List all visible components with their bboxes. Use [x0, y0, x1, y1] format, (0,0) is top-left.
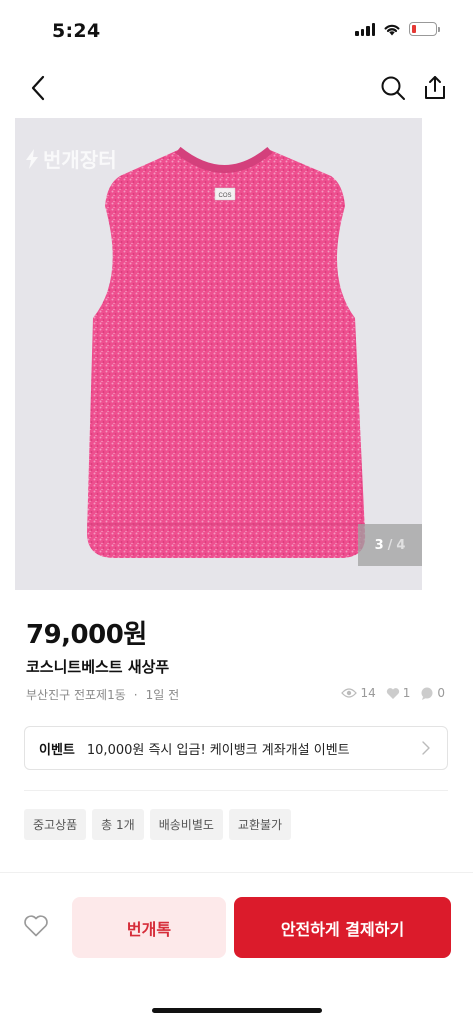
home-indicator	[152, 1008, 322, 1013]
share-button[interactable]	[417, 70, 453, 106]
product-title: 코스니트베스트 새상푸	[26, 658, 170, 676]
image-counter-current: 3	[374, 537, 384, 553]
signal-icon	[355, 22, 375, 36]
search-button[interactable]	[375, 70, 411, 106]
battery-icon	[409, 22, 440, 36]
tag-quantity: 총 1개	[92, 809, 144, 840]
bottom-separator	[0, 872, 473, 873]
product-stats: 14 1 0	[341, 686, 445, 700]
views-stat: 14	[341, 686, 376, 700]
image-counter-separator: /	[387, 537, 393, 553]
views-count: 14	[360, 686, 376, 700]
event-label: 이벤트	[39, 742, 75, 758]
tag-condition: 중고상품	[24, 809, 87, 840]
nav-bar	[0, 64, 473, 112]
chats-stat: 0	[420, 686, 445, 700]
svg-text:COS: COS	[218, 193, 231, 199]
likes-stat: 1	[386, 686, 411, 700]
status-icons	[355, 22, 440, 36]
product-tags: 중고상품 총 1개 배송비별도 교환불가	[24, 809, 292, 840]
product-meta: 부산진구 전포제1동 · 1일 전	[26, 686, 179, 703]
heart-icon	[386, 687, 399, 699]
share-icon	[425, 76, 445, 99]
status-bar: 5:24	[0, 0, 473, 60]
back-button[interactable]	[20, 70, 56, 106]
status-time: 5:24	[52, 20, 101, 42]
divider	[24, 790, 448, 791]
likes-count: 1	[402, 686, 411, 700]
image-counter-total: 4	[396, 537, 406, 553]
product-location: 부산진구 전포제1동	[26, 688, 126, 702]
chat-button[interactable]: 번개톡	[72, 897, 226, 958]
heart-outline-icon	[24, 915, 48, 937]
image-counter: 3 / 4	[358, 524, 422, 566]
safe-pay-button[interactable]: 안전하게 결제하기	[234, 897, 451, 958]
tag-exchange: 교환불가	[228, 809, 292, 840]
favorite-button[interactable]	[18, 908, 54, 944]
event-banner[interactable]: 이벤트 10,000원 즉시 입금! 케이뱅크 계좌개설 이벤트	[24, 726, 448, 770]
chat-bubble-icon	[421, 687, 433, 700]
meta-separator: ·	[133, 687, 138, 702]
tag-shipping: 배송비별도	[149, 809, 223, 840]
product-image[interactable]: COS 번개장터 3 / 4	[15, 118, 422, 590]
watermark-text: 번개장터	[43, 148, 117, 172]
product-time: 1일 전	[145, 688, 180, 702]
watermark: 번개장터	[25, 144, 117, 173]
wifi-icon	[384, 24, 400, 36]
chevron-right-icon	[419, 741, 433, 755]
lightning-icon	[26, 148, 38, 169]
chats-count: 0	[437, 686, 445, 700]
search-icon	[381, 76, 405, 100]
eye-icon	[341, 688, 358, 698]
knit-vest-image: COS	[87, 146, 366, 558]
product-price: 79,000원	[26, 620, 147, 650]
chevron-left-icon	[31, 75, 45, 101]
event-text: 10,000원 즉시 입금! 케이뱅크 계좌개설 이벤트	[86, 742, 350, 758]
